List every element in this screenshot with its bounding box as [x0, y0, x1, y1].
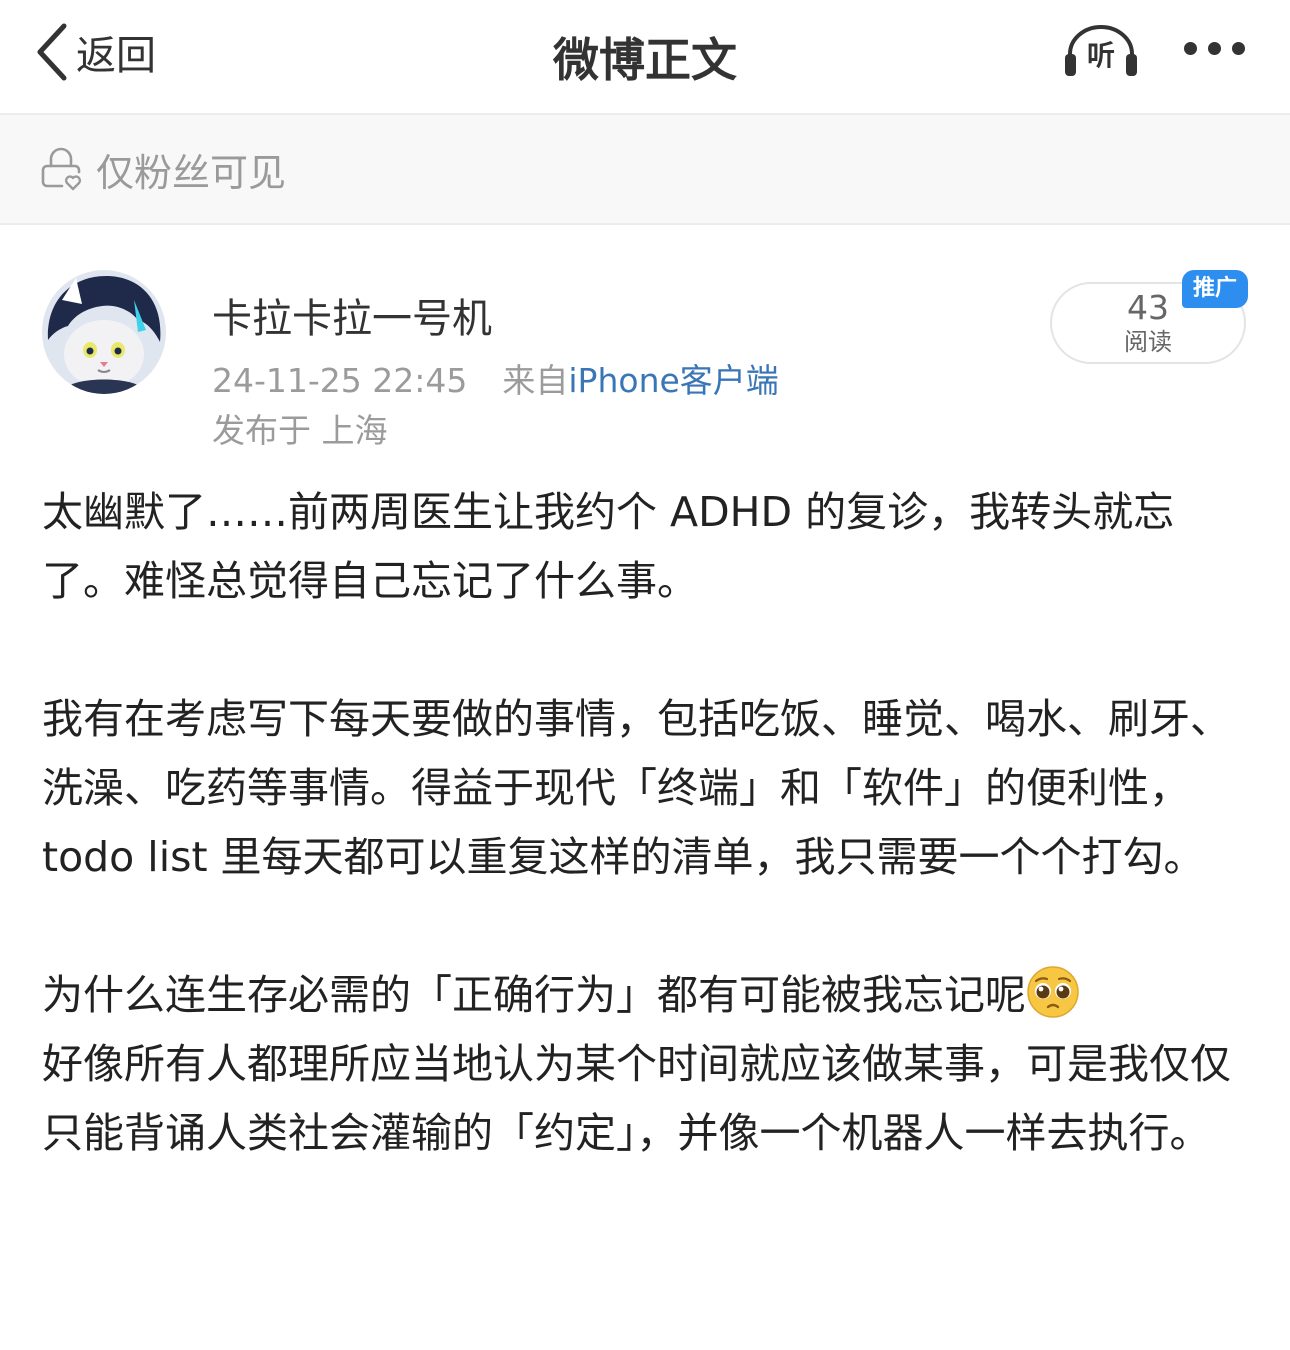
read-label: 阅读: [1124, 328, 1172, 356]
promo-badge[interactable]: 推广: [1182, 270, 1248, 308]
author-name[interactable]: 卡拉卡拉一号机: [212, 286, 492, 344]
post-meta: 24-11-25 22:45 来自iPhone客户端: [212, 354, 779, 402]
post-paragraph: 我有在考虑写下每天要做的事情，包括吃饭、睡觉、喝水、刷牙、洗澡、吃药等事情。得益…: [42, 695, 1231, 881]
pleading-face-emoji-icon: [1027, 966, 1079, 1018]
chevron-left-icon: [37, 23, 67, 81]
post-content: 太幽默了……前两周医生让我约个 ADHD 的复诊，我转头就忘了。难怪总觉得自己忘…: [42, 478, 1252, 1237]
more-dot-icon: [1184, 42, 1197, 55]
listen-button[interactable]: 听: [1062, 20, 1140, 80]
avatar[interactable]: [42, 270, 166, 394]
source-link[interactable]: iPhone客户端: [568, 361, 778, 400]
listen-label: 听: [1086, 39, 1115, 72]
more-dot-icon: [1232, 42, 1245, 55]
fans-only-lock-icon: [41, 147, 82, 191]
top-navigation-bar: 返回 微博正文 听: [0, 0, 1290, 115]
post-location: 发布于 上海: [212, 411, 388, 450]
post-paragraph: 为什么连生存必需的「正确行为」都有可能被我忘记呢 好像所有人都理所应当地认为某个…: [42, 961, 1252, 1168]
back-button[interactable]: 返回: [34, 20, 156, 84]
visibility-text: 仅粉丝可见: [96, 150, 287, 195]
post-text: 为什么连生存必需的「正确行为」都有可能被我忘记呢: [42, 971, 1026, 1019]
post-text: 好像所有人都理所应当地认为某个时间就应该做某事，可是我仅仅只能背诵人类社会灌输的…: [42, 1040, 1231, 1157]
avatar-image: [42, 270, 166, 394]
more-options-button[interactable]: [1180, 34, 1250, 64]
source-prefix: 来自: [502, 361, 569, 400]
post-paragraph: 太幽默了……前两周医生让我约个 ADHD 的复诊，我转头就忘了。难怪总觉得自己忘…: [42, 488, 1175, 605]
back-label: 返回: [76, 33, 156, 79]
more-dot-icon: [1208, 42, 1221, 55]
post-timestamp: 24-11-25 22:45: [212, 361, 468, 400]
visibility-notice: 仅粉丝可见: [0, 115, 1290, 225]
